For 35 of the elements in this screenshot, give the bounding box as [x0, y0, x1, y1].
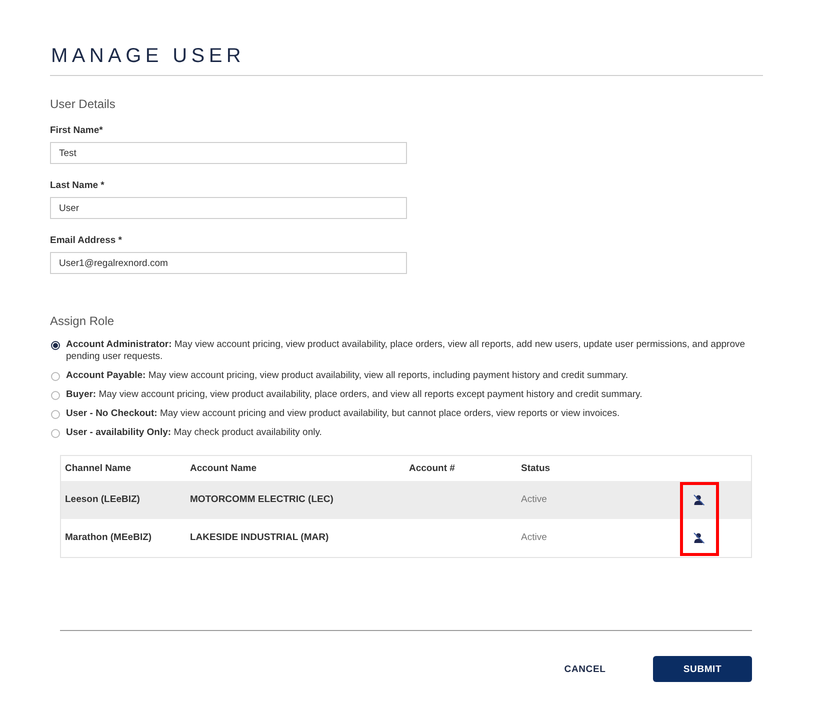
submit-button[interactable]: SUBMIT [653, 656, 752, 682]
field-label: Last Name * [50, 180, 104, 192]
status-cell-text: Active [520, 532, 547, 544]
channel-name-cell-text: Marathon (MEeBIZ) [64, 532, 152, 544]
column-header: Account # [408, 462, 455, 474]
role-description: Buyer: May view account pricing, view product availability, place orders, and view all reports except payment history and credit summary. [66, 389, 642, 401]
radio-button[interactable] [51, 428, 60, 438]
table-row[interactable]: Leeson (LEeBIZ) MOTORCOMM ELECTRIC (LEC) Active [61, 481, 751, 519]
radio-button[interactable] [51, 340, 60, 350]
role-description: User - No Checkout: May view account pricing and view product availability, but cannot place orders, view reports or view invoices. [66, 408, 620, 420]
radio-button[interactable] [51, 372, 60, 380]
field-label: Email Address * [50, 235, 122, 247]
text-field[interactable]: User1@regalrexnord.com [50, 252, 407, 274]
column-header: Account Name [189, 462, 257, 474]
user-slash-icon[interactable] [693, 494, 705, 506]
channel-name-cell-text: Leeson (LEeBIZ) [64, 494, 140, 506]
page-title: MANAGE USER [50, 44, 246, 69]
text-field[interactable]: Test [50, 142, 407, 164]
role-description: Account Payable: May view account pricing, view product availability, view all reports, including payment history and credit summary. [66, 370, 628, 382]
field-label: First Name* [50, 125, 103, 137]
user-slash-icon[interactable] [693, 532, 705, 544]
text-field[interactable]: User [50, 197, 407, 219]
column-header: Channel Name [64, 462, 131, 474]
role-description: Account Administrator: May view account pricing, view product availability, place orders, view all reports, add new users, update user permissions, and approve pending user requests. [66, 339, 746, 363]
cancel-button[interactable]: CANCEL [555, 656, 615, 682]
radio-button[interactable] [51, 410, 60, 418]
account-name-cell-text: MOTORCOMM ELECTRIC (LEC) [189, 494, 334, 506]
radio-button[interactable] [51, 390, 60, 400]
account-name-cell-text: LAKESIDE INDUSTRIAL (MAR) [189, 532, 329, 544]
column-header: Status [520, 462, 550, 474]
role-description: User - availability Only: May check product availability only. [66, 427, 322, 439]
status-cell-text: Active [520, 494, 547, 506]
table-row[interactable]: Marathon (MEeBIZ) LAKESIDE INDUSTRIAL (MAR) Active [61, 519, 751, 557]
section-heading: User Details [50, 97, 116, 111]
section-heading: Assign Role [50, 314, 114, 328]
